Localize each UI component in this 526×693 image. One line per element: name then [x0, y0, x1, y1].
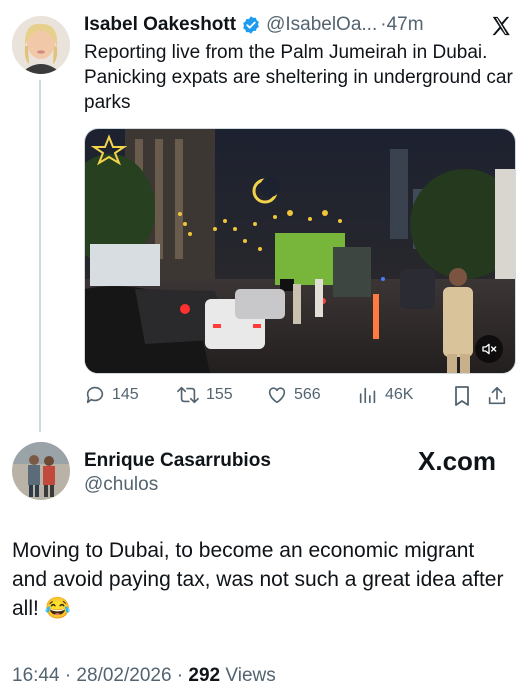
repost-icon [176, 384, 200, 406]
mute-toggle-button[interactable] [475, 335, 503, 363]
tweet-time[interactable]: 47m [387, 14, 424, 36]
speaker-muted-icon [481, 341, 497, 357]
author-name[interactable]: Isabel Oakeshott [84, 14, 236, 36]
reply-icon [84, 384, 106, 406]
reply-author-avatar[interactable] [12, 442, 70, 500]
share-icon [486, 386, 508, 411]
bookmark-icon [452, 386, 472, 411]
reply-button[interactable]: 145 [84, 384, 139, 406]
thread-connector-line [39, 80, 41, 432]
reply-count: 145 [112, 386, 139, 403]
repost-count: 155 [206, 386, 233, 403]
like-count: 566 [294, 386, 321, 403]
author-handle[interactable]: @IsabelOa... [266, 14, 377, 36]
reply-author-handle[interactable]: @chulos [84, 474, 158, 496]
bar-chart-icon [357, 384, 379, 406]
tweet-text: Reporting live from the Palm Jumeirah in… [84, 42, 513, 113]
reply-views-label: Views [225, 665, 276, 686]
view-count: 46K [385, 386, 414, 403]
views-button[interactable]: 46K [357, 384, 413, 406]
verified-badge-icon [241, 15, 261, 35]
reply-author-name[interactable]: Enrique Casarrubios [84, 450, 271, 472]
bookmark-button[interactable] [452, 385, 472, 412]
share-button[interactable] [486, 385, 508, 412]
heart-icon [266, 384, 288, 406]
video-thumbnail[interactable] [84, 128, 516, 374]
reply-text: Moving to Dubai, to become an economic m… [12, 539, 504, 620]
repost-button[interactable]: 155 [176, 384, 233, 406]
reply-views-count: 292 [188, 665, 221, 686]
like-button[interactable]: 566 [266, 384, 321, 406]
author-avatar[interactable] [12, 16, 70, 74]
x-com-watermark: X.com [418, 446, 497, 476]
x-logo-icon [490, 15, 512, 42]
reply-timestamp[interactable]: 16:44 · 28/02/2026 · [12, 665, 183, 686]
